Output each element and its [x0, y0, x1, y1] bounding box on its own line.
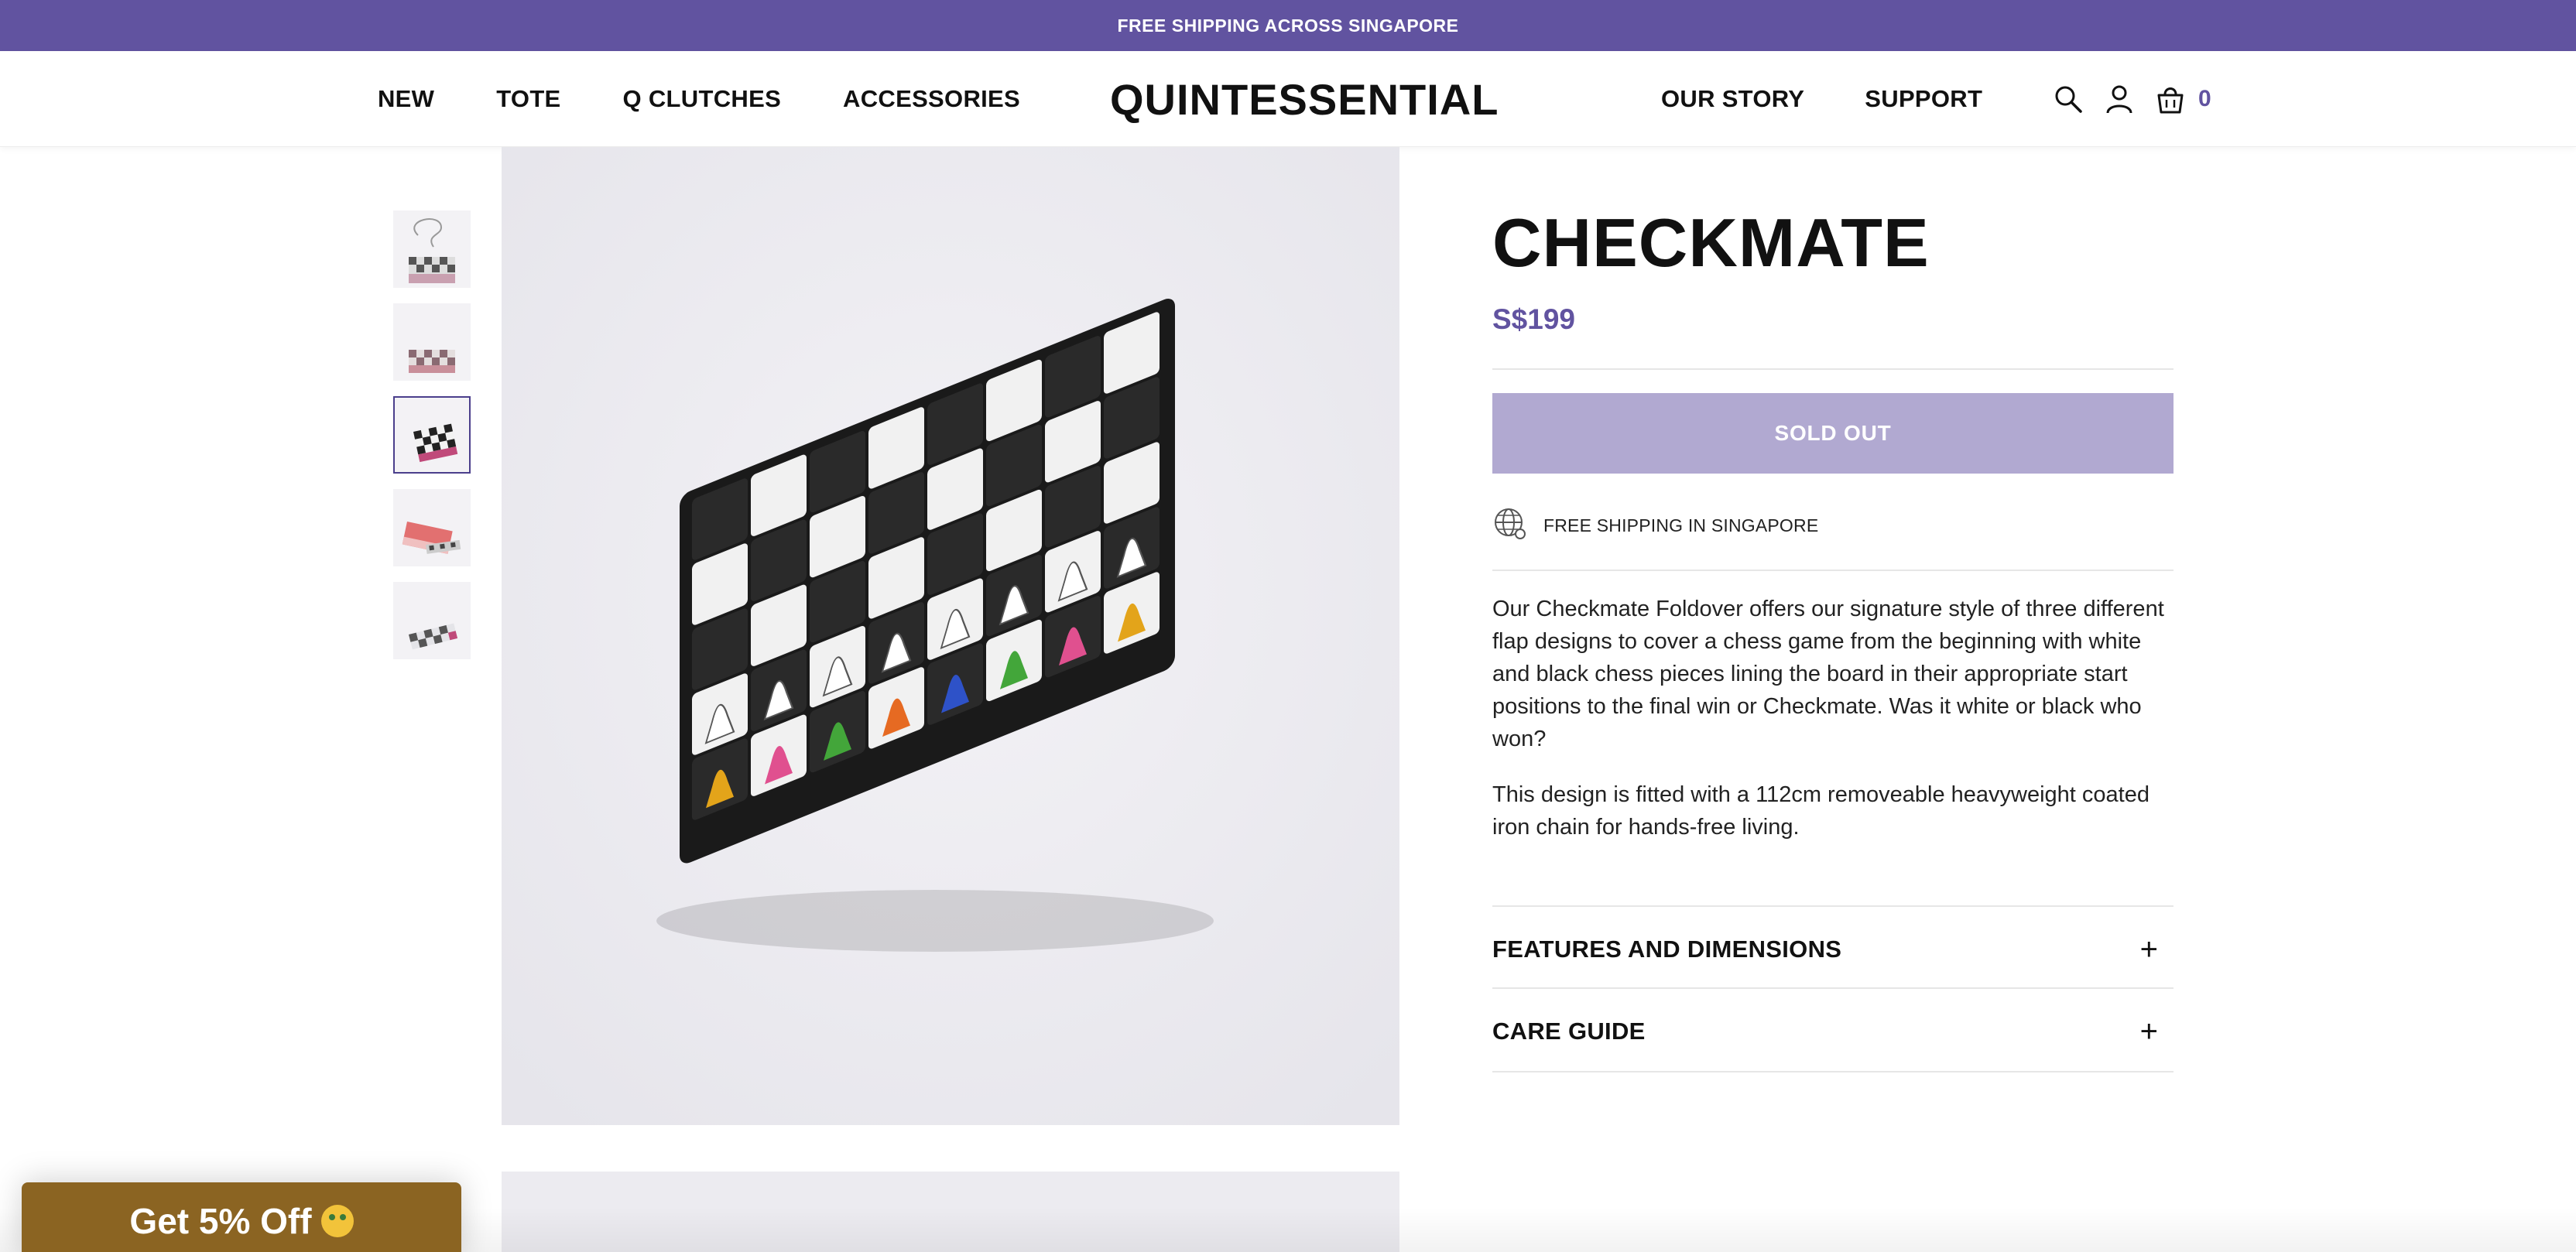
site-logo[interactable]: QUINTESSENTIAL [1110, 51, 1499, 147]
thumbnail-4[interactable] [393, 489, 471, 566]
thumbnail-3[interactable] [393, 396, 471, 474]
shipping-note: FREE SHIPPING IN SINGAPORE [1492, 498, 1818, 552]
product-price: S$199 [1492, 303, 1575, 335]
accordion-care-guide[interactable]: CARE GUIDE + [1492, 990, 2174, 1072]
money-face-icon [320, 1205, 354, 1237]
globe-icon [1492, 506, 1528, 546]
accordion-label: FEATURES AND DIMENSIONS [1492, 936, 1842, 963]
accordion-features[interactable]: FEATURES AND DIMENSIONS + [1492, 908, 2174, 990]
thumbnail-5[interactable] [393, 582, 471, 659]
description-paragraph: This design is fitted with a 112cm remov… [1492, 782, 2150, 840]
cart-icon[interactable] [2153, 82, 2187, 116]
accordion-label: CARE GUIDE [1492, 1018, 1646, 1045]
thumbnail-list [393, 210, 471, 675]
announcement-text: FREE SHIPPING ACROSS SINGAPORE [1117, 15, 1459, 36]
divider [1492, 570, 2174, 571]
product-description: Our Checkmate Foldover offers our signat… [1492, 593, 2174, 867]
primary-nav: NEW TOTE Q CLUTCHES ACCESSORIES [378, 51, 1020, 147]
nav-accessories[interactable]: ACCESSORIES [843, 85, 1020, 113]
product-title: CHECKMATE [1492, 204, 1930, 281]
search-icon[interactable] [2051, 82, 2085, 116]
announcement-bar: FREE SHIPPING ACROSS SINGAPORE [0, 0, 2576, 51]
divider [1492, 368, 2174, 370]
secondary-nav: OUR STORY SUPPORT [1661, 51, 1982, 147]
nav-q-clutches[interactable]: Q CLUTCHES [623, 85, 782, 113]
sold-out-button[interactable]: SOLD OUT [1492, 393, 2174, 474]
product-secondary-image[interactable] [502, 1172, 1399, 1252]
cart-count: 0 [2198, 86, 2211, 111]
divider [1492, 1071, 2174, 1072]
product-main-image[interactable] [502, 147, 1399, 1125]
nav-tote[interactable]: TOTE [496, 85, 560, 113]
thumbnail-2[interactable] [393, 303, 471, 381]
thumbnail-1[interactable] [393, 210, 471, 288]
plus-icon[interactable]: + [2140, 1014, 2158, 1049]
divider [1492, 987, 2174, 989]
account-icon[interactable] [2102, 82, 2136, 116]
plus-icon[interactable]: + [2140, 932, 2158, 967]
nav-our-story[interactable]: OUR STORY [1661, 85, 1804, 113]
description-paragraph: Our Checkmate Foldover offers our signat… [1492, 597, 2164, 751]
discount-popup-button[interactable]: Get 5% Off [22, 1182, 461, 1252]
nav-new[interactable]: NEW [378, 85, 434, 113]
site-header: NEW TOTE Q CLUTCHES ACCESSORIES QUINTESS… [0, 51, 2576, 147]
nav-support[interactable]: SUPPORT [1865, 85, 1982, 113]
discount-label: Get 5% Off [129, 1201, 312, 1241]
divider [1492, 905, 2174, 907]
header-icons: 0 [2051, 51, 2211, 147]
shipping-text: FREE SHIPPING IN SINGAPORE [1543, 515, 1819, 535]
